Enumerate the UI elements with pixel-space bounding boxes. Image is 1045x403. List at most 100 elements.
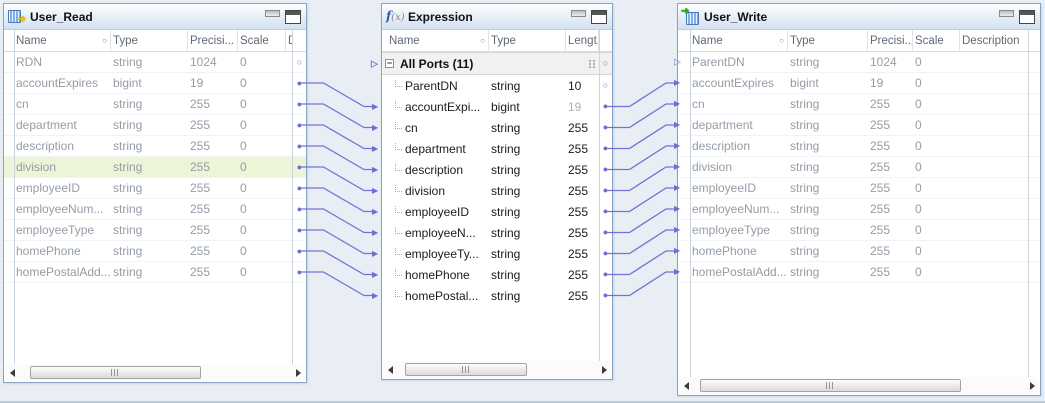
in-port-arrow-icon[interactable]: ▶ [674, 163, 680, 171]
column-header-scale[interactable]: Scale [913, 30, 960, 51]
in-port-triangle-icon[interactable]: ▷ [371, 59, 378, 68]
scrollbar-track[interactable] [397, 363, 597, 376]
column-header-description[interactable]: Description [960, 30, 1029, 51]
port-row-employeeN[interactable]: ▶employeeN...string255● [382, 222, 612, 243]
out-port-dot-icon[interactable]: ● [603, 291, 608, 300]
port-row-homePostal[interactable]: ▶homePostal...string255● [382, 285, 612, 306]
out-port-dot-icon[interactable]: ● [603, 228, 608, 237]
column-header-scale[interactable]: Scale [238, 30, 286, 51]
in-port-arrow-icon[interactable]: ▶ [674, 226, 680, 234]
scrollbar-track[interactable] [693, 379, 1025, 392]
column-header-type[interactable]: Type [788, 30, 868, 51]
out-port-dot-icon[interactable]: ● [297, 163, 302, 172]
transformation-titlebar[interactable]: ➜ User_Write [678, 4, 1040, 30]
port-row-division[interactable]: divisionstring2550● [4, 157, 306, 178]
port-row-division[interactable]: ▶divisionstring2550 [678, 157, 1040, 178]
out-port-dot-icon[interactable]: ● [297, 142, 302, 151]
out-port-dot-icon[interactable]: ● [603, 270, 608, 279]
scroll-left-button[interactable] [383, 361, 397, 378]
out-port-dot-icon[interactable]: ● [603, 186, 608, 195]
in-port-arrow-icon[interactable]: ▶ [674, 142, 680, 150]
maximize-button[interactable] [591, 10, 607, 24]
minimize-button[interactable] [571, 10, 586, 17]
port-row-cn[interactable]: ▶cnstring255● [382, 117, 612, 138]
horizontal-scrollbar[interactable] [383, 361, 611, 378]
port-row-department[interactable]: ▶departmentstring2550 [678, 115, 1040, 136]
out-port-dot-icon[interactable]: ● [603, 102, 608, 111]
all-ports-group-row[interactable]: −All Ports (11)○▷ [382, 52, 612, 75]
port-row-homePhone[interactable]: ▶homePhonestring255● [382, 264, 612, 285]
in-port-arrow-icon[interactable]: ▶ [674, 247, 680, 255]
scrollbar-thumb[interactable] [700, 379, 961, 392]
scroll-right-button[interactable] [1025, 377, 1039, 394]
in-port-arrow-icon[interactable]: ▶ [372, 292, 378, 300]
transformation-user-read[interactable]: ➜ User_Read Name○TypePrecisi...ScaleDesc… [3, 3, 307, 383]
port-row-homePhone[interactable]: ▶homePhonestring2550 [678, 241, 1040, 262]
scrollbar-track[interactable] [19, 366, 291, 379]
maximize-button[interactable] [285, 10, 301, 24]
out-port-circle-icon[interactable]: ○ [603, 81, 608, 90]
out-port-dot-icon[interactable]: ● [603, 165, 608, 174]
scroll-left-button[interactable] [5, 364, 19, 381]
group-expander-icon[interactable]: − [385, 59, 394, 68]
out-port-dot-icon[interactable]: ● [297, 121, 302, 130]
out-port-dot-icon[interactable]: ● [297, 205, 302, 214]
port-row-division[interactable]: ▶divisionstring255● [382, 180, 612, 201]
column-header-type[interactable]: Type [489, 30, 566, 51]
out-port-dot-icon[interactable]: ● [603, 249, 608, 258]
minimize-button[interactable] [999, 10, 1014, 17]
port-row-homePostalAdd[interactable]: ▶homePostalAdd...string2550 [678, 262, 1040, 283]
in-port-arrow-icon[interactable]: ▶ [674, 268, 680, 276]
horizontal-scrollbar[interactable] [679, 377, 1039, 394]
port-row-ParentDN[interactable]: ParentDNstring10○ [382, 75, 612, 96]
column-header-precisi[interactable]: Precisi... [868, 30, 913, 51]
mapping-canvas[interactable]: ➜ User_Read Name○TypePrecisi...ScaleDesc… [0, 0, 1045, 403]
port-row-description[interactable]: ▶descriptionstring255● [382, 159, 612, 180]
port-row-RDN[interactable]: RDNstring10240○ [4, 52, 306, 73]
scrollbar-thumb[interactable] [30, 366, 201, 379]
transformation-titlebar[interactable]: ➜ User_Read [4, 4, 306, 30]
out-port-dot-icon[interactable]: ● [297, 100, 302, 109]
out-port-dot-icon[interactable]: ● [297, 226, 302, 235]
maximize-button[interactable] [1019, 10, 1035, 24]
in-port-arrow-icon[interactable]: ▶ [372, 250, 378, 258]
transformation-user-write[interactable]: ➜ User_Write Name○TypePrecisi...ScaleDes… [677, 3, 1041, 396]
port-row-homePostalAdd[interactable]: homePostalAdd...string2550● [4, 262, 306, 283]
in-port-arrow-icon[interactable]: ▶ [372, 124, 378, 132]
column-header-name[interactable]: Name○ [14, 30, 111, 51]
column-header-lengt[interactable]: Lengt... [566, 30, 599, 51]
out-port-dot-icon[interactable]: ● [297, 268, 302, 277]
port-row-description[interactable]: descriptionstring2550● [4, 136, 306, 157]
out-port-dot-icon[interactable]: ● [297, 79, 302, 88]
port-row-department[interactable]: departmentstring2550● [4, 115, 306, 136]
port-row-employeeNum[interactable]: ▶employeeNum...string2550 [678, 199, 1040, 220]
in-port-arrow-icon[interactable]: ▶ [674, 79, 680, 87]
scroll-right-button[interactable] [291, 364, 305, 381]
column-header-type[interactable]: Type [111, 30, 188, 51]
out-port-dot-icon[interactable]: ● [603, 123, 608, 132]
port-row-homePhone[interactable]: homePhonestring2550● [4, 241, 306, 262]
in-port-arrow-icon[interactable]: ▶ [674, 205, 680, 213]
port-row-employeeID[interactable]: ▶employeeIDstring255● [382, 201, 612, 222]
horizontal-scrollbar[interactable] [5, 364, 305, 381]
out-port-dot-icon[interactable]: ● [603, 144, 608, 153]
port-row-employeeNum[interactable]: employeeNum...string2550● [4, 199, 306, 220]
in-port-arrow-icon[interactable]: ▶ [372, 166, 378, 174]
scroll-right-button[interactable] [597, 361, 611, 378]
in-port-arrow-icon[interactable]: ▶ [372, 187, 378, 195]
port-row-employeeID[interactable]: employeeIDstring2550● [4, 178, 306, 199]
transformation-expression[interactable]: f(x) Expression Name○TypeLengt... −All P… [381, 3, 613, 380]
out-port-circle-icon[interactable]: ○ [603, 59, 608, 68]
in-port-arrow-icon[interactable]: ▶ [372, 229, 378, 237]
in-port-arrow-icon[interactable]: ▶ [372, 208, 378, 216]
port-row-employeeTy[interactable]: ▶employeeTy...string255● [382, 243, 612, 264]
port-row-accountExpi[interactable]: ▶accountExpi...bigint19● [382, 96, 612, 117]
port-row-employeeType[interactable]: employeeTypestring2550● [4, 220, 306, 241]
port-row-accountExpires[interactable]: accountExpiresbigint190● [4, 73, 306, 94]
port-row-accountExpires[interactable]: ▶accountExpiresbigint190 [678, 73, 1040, 94]
column-header-name[interactable]: Name○ [387, 30, 489, 51]
minimize-button[interactable] [265, 10, 280, 17]
port-row-employeeID[interactable]: ▶employeeIDstring2550 [678, 178, 1040, 199]
out-port-dot-icon[interactable]: ● [297, 247, 302, 256]
out-port-circle-icon[interactable]: ○ [297, 58, 302, 67]
